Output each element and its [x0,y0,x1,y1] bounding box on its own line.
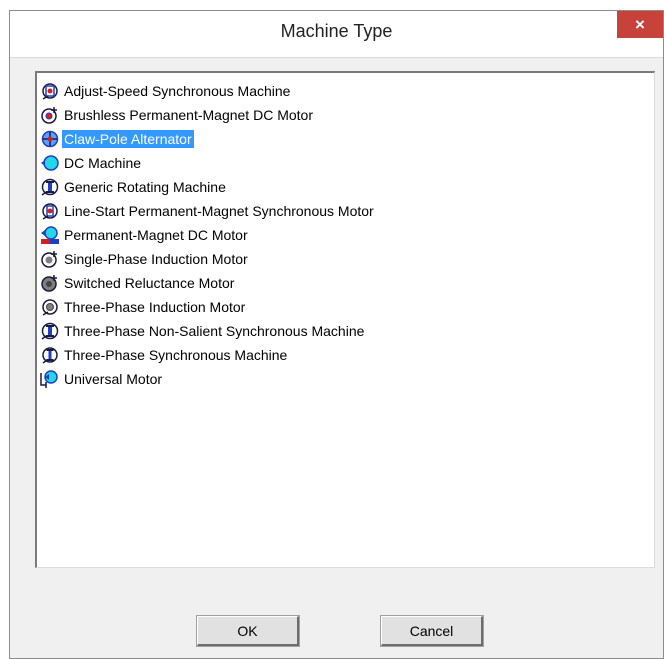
machine-type-dialog: Machine Type × Adjust-Speed Synchronous … [9,10,664,659]
list-item-label: Line-Start Permanent-Magnet Synchronous … [64,203,374,219]
list-item[interactable]: Universal Motor [40,367,654,391]
list-item-label: Generic Rotating Machine [64,179,226,195]
ok-button[interactable]: OK [196,615,300,647]
list-item-label: Permanent-Magnet DC Motor [64,227,248,243]
list-item-label: DC Machine [64,155,142,171]
list-item[interactable]: Permanent-Magnet DC Motor [40,223,654,247]
list-item[interactable]: Line-Start Permanent-Magnet Synchronous … [40,199,654,223]
single-phase-induction-icon [40,249,62,269]
three-phase-non-salient-icon [40,321,62,341]
pm-dc-motor-icon [40,225,62,245]
universal-motor-icon [40,369,62,389]
claw-pole-alternator-icon [40,129,62,149]
list-item[interactable]: Single-Phase Induction Motor [40,247,654,271]
list-item-label: Three-Phase Non-Salient Synchronous Mach… [64,323,365,339]
list-item-label: Universal Motor [64,371,163,387]
list-item-label: Single-Phase Induction Motor [64,251,248,267]
list-item[interactable]: Switched Reluctance Motor [40,271,654,295]
list-item[interactable]: Three-Phase Synchronous Machine [40,343,654,367]
cancel-button[interactable]: Cancel [380,615,484,647]
list-item-label: Switched Reluctance Motor [64,275,235,291]
list-item-label: Adjust-Speed Synchronous Machine [64,83,291,99]
list-item-label: Three-Phase Synchronous Machine [64,347,288,363]
list-item[interactable]: Brushless Permanent-Magnet DC Motor [40,103,654,127]
brushless-pm-dc-motor-icon [40,105,62,125]
close-button[interactable]: × [617,11,663,38]
list-item-label: Three-Phase Induction Motor [64,299,246,315]
list-item[interactable]: Three-Phase Induction Motor [40,295,654,319]
list-item[interactable]: Adjust-Speed Synchronous Machine [40,79,654,103]
three-phase-induction-icon [40,297,62,317]
list-items: Adjust-Speed Synchronous Machine Brushles… [40,79,654,391]
list-item-label: Claw-Pole Alternator [62,130,194,148]
adjust-speed-synchronous-icon [40,81,62,101]
dc-machine-icon [40,153,62,173]
machine-type-list[interactable]: Adjust-Speed Synchronous Machine Brushles… [35,71,655,568]
dialog-title: Machine Type [280,21,393,41]
switched-reluctance-icon [40,273,62,293]
list-item-label: Brushless Permanent-Magnet DC Motor [64,107,313,123]
list-item[interactable]: Three-Phase Non-Salient Synchronous Mach… [40,319,654,343]
three-phase-synchronous-icon [40,345,62,365]
list-item[interactable]: DC Machine [40,151,654,175]
generic-rotating-machine-icon [40,177,62,197]
list-item[interactable]: Claw-Pole Alternator [40,127,654,151]
line-start-pm-synchronous-icon [40,201,62,221]
title-bar: Machine Type × [10,11,663,58]
list-item[interactable]: Generic Rotating Machine [40,175,654,199]
